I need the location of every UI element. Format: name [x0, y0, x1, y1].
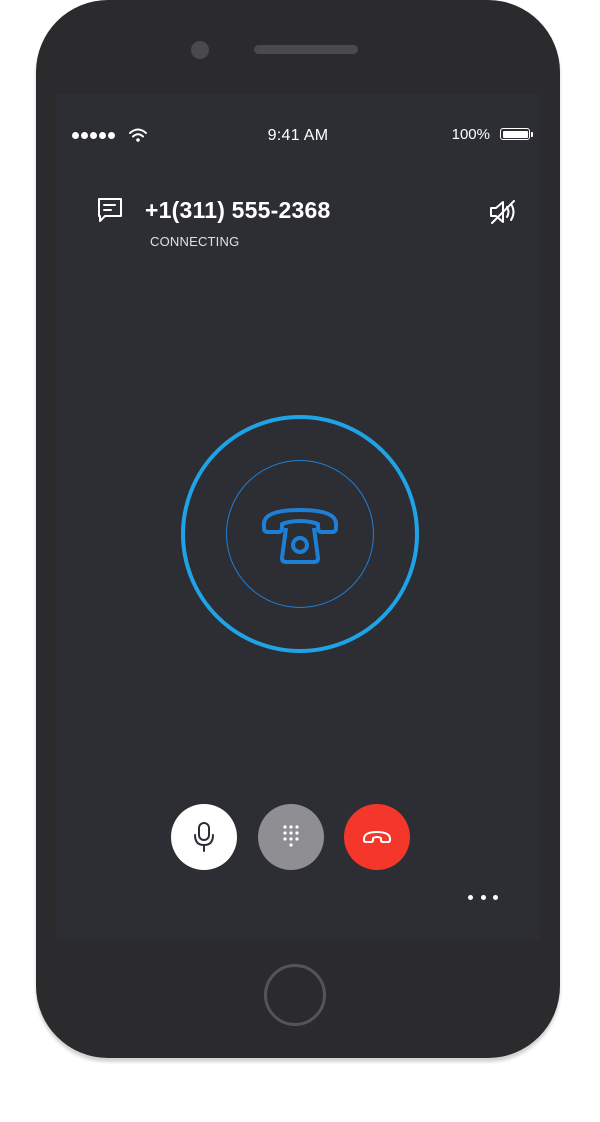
earpiece-speaker — [254, 45, 358, 54]
battery-percentage: 100% — [451, 126, 490, 143]
mute-microphone-button[interactable] — [171, 804, 237, 870]
more-icon — [468, 894, 473, 900]
message-icon[interactable] — [96, 196, 124, 224]
call-controls — [56, 804, 540, 872]
home-button[interactable] — [264, 964, 326, 1026]
battery-icon — [500, 128, 530, 140]
phone-frame: 9:41 AM 100% +1(311) 555-2368 CONNECTING — [36, 0, 560, 1058]
keypad-button[interactable] — [258, 804, 324, 870]
battery-tip — [531, 132, 533, 137]
keypad-icon — [283, 825, 299, 847]
front-camera — [191, 41, 209, 59]
call-status: CONNECTING — [150, 234, 240, 249]
call-screen: 9:41 AM 100% +1(311) 555-2368 CONNECTING — [56, 94, 540, 940]
end-call-button[interactable] — [344, 804, 410, 870]
speaker-mute-icon[interactable] — [488, 198, 520, 226]
caller-number: +1(311) 555-2368 — [145, 197, 331, 223]
phone-handset-icon — [262, 508, 338, 564]
hang-up-icon — [363, 831, 391, 843]
microphone-icon — [194, 822, 214, 852]
status-bar: 9:41 AM 100% — [56, 94, 540, 176]
more-options-button[interactable] — [468, 890, 498, 904]
